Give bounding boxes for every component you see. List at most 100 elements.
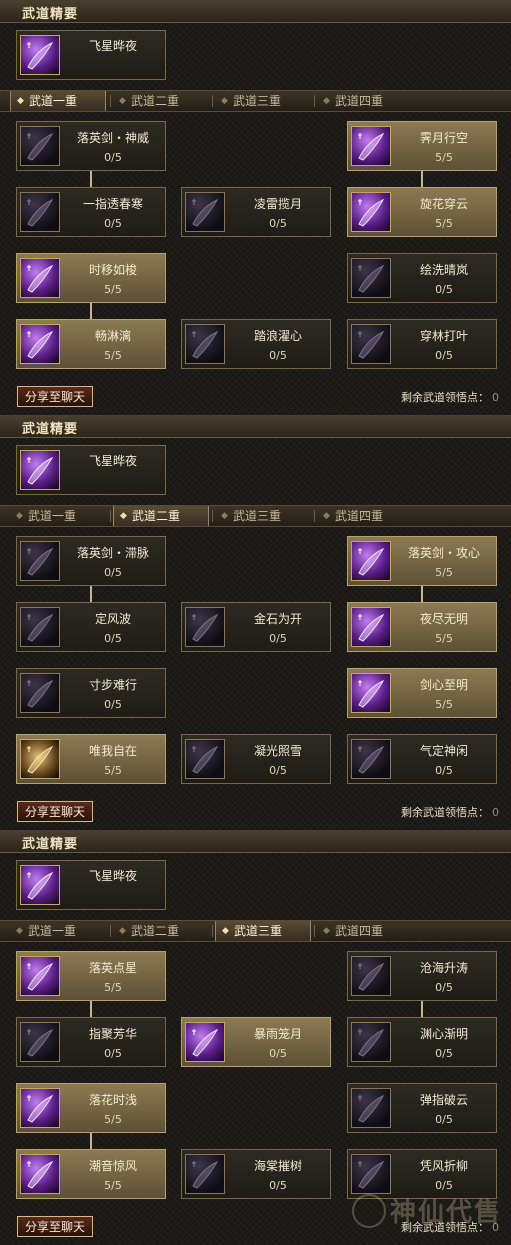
tab-label: 武道四重 <box>335 94 384 108</box>
watermark-emblem-icon <box>352 1194 386 1228</box>
wave-skill-icon <box>185 324 225 364</box>
skill-card[interactable]: 绘洗晴岚 0/5 <box>347 253 497 303</box>
tab-tier-3[interactable]: ◆ 武道三重 <box>215 921 311 941</box>
skill-card[interactable]: 落英剑・滞脉 0/5 <box>16 536 166 586</box>
snow-light-icon <box>185 739 225 779</box>
star-night-skill-icon <box>20 35 60 75</box>
skill-card[interactable]: 一指透春寒 0/5 <box>16 187 166 237</box>
skill-connector-line <box>421 171 423 188</box>
skill-name: 穿林打叶 <box>419 329 468 343</box>
skill-level: 0/5 <box>104 566 122 579</box>
tab-tier-4[interactable]: ◆ 武道四重 <box>317 506 409 526</box>
watermark-text: 神仙代售 <box>390 1198 503 1228</box>
tab-tier-1[interactable]: ◆ 武道一重 <box>10 91 106 111</box>
leaf-skill-icon <box>351 324 391 364</box>
skill-card[interactable]: 落花时浅 5/5 <box>16 1083 166 1133</box>
section-title: 武道精要 <box>22 837 79 852</box>
skill-name: 落英剑・滞脉 <box>76 546 149 560</box>
skill-card[interactable]: 凌雷揽月 0/5 <box>181 187 331 237</box>
skill-level: 0/5 <box>269 1047 287 1060</box>
skill-card[interactable]: 剑心至明 5/5 <box>347 668 497 718</box>
tab-tier-3[interactable]: ◆ 武道三重 <box>215 506 307 526</box>
diamond-icon: ◆ <box>221 96 228 106</box>
skill-card[interactable]: 落英点星 5/5 <box>16 951 166 1001</box>
mist-skill-icon <box>351 258 391 298</box>
skill-level: 0/5 <box>269 217 287 230</box>
section-title-bar: 武道精要 <box>0 415 511 438</box>
watermark-logo: 神仙代售 <box>352 1190 502 1234</box>
skill-level: 0/5 <box>435 283 453 296</box>
remaining-points-value: 0 <box>492 806 499 819</box>
skill-card[interactable]: 霁月行空 5/5 <box>347 121 497 171</box>
wind-willow-icon <box>351 1154 391 1194</box>
skill-card[interactable]: 时移如梭 5/5 <box>16 253 166 303</box>
skill-card[interactable]: 落英剑・神威 0/5 <box>16 121 166 171</box>
skill-card[interactable]: 寸步难行 0/5 <box>16 668 166 718</box>
tab-label: 武道一重 <box>28 509 77 523</box>
tab-separator <box>212 510 213 522</box>
skill-level: 5/5 <box>104 1179 122 1192</box>
finger-bloom-icon <box>20 1022 60 1062</box>
tab-tier-4[interactable]: ◆ 武道四重 <box>317 91 409 111</box>
skill-card[interactable]: 凝光照雪 0/5 <box>181 734 331 784</box>
tab-separator <box>212 95 213 107</box>
skill-name: 落英剑・神威 <box>76 131 149 145</box>
skill-card[interactable]: 畅淋漓 5/5 <box>16 319 166 369</box>
skill-card[interactable]: 海棠摧树 0/5 <box>181 1149 331 1199</box>
skill-card[interactable]: 夜尽无明 5/5 <box>347 602 497 652</box>
skill-card[interactable]: 弹指破云 0/5 <box>347 1083 497 1133</box>
tier-tab-bar: ◆ 武道一重 ◆ 武道二重 ◆ 武道三重 ◆ 武道四重 <box>0 90 511 112</box>
skill-card[interactable]: 旋花穿云 5/5 <box>347 187 497 237</box>
skill-card[interactable]: 暴雨笼月 0/5 <box>181 1017 331 1067</box>
tab-separator <box>314 510 315 522</box>
diamond-icon: ◆ <box>323 926 330 936</box>
skill-card[interactable]: 落英剑・攻心 5/5 <box>347 536 497 586</box>
tab-label: 武道一重 <box>28 924 77 938</box>
tab-label: 武道三重 <box>233 94 282 108</box>
skill-card[interactable]: 穿林打叶 0/5 <box>347 319 497 369</box>
tab-tier-2[interactable]: ◆ 武道二重 <box>113 921 205 941</box>
skill-card[interactable]: 指聚芳华 0/5 <box>16 1017 166 1067</box>
share-to-chat-button[interactable]: 分享至聊天 <box>17 1216 93 1237</box>
skill-name: 时移如梭 <box>88 263 137 277</box>
sea-wave-icon <box>351 956 391 996</box>
sword-mind-icon <box>351 673 391 713</box>
skill-card[interactable]: 唯我自在 5/5 <box>16 734 166 784</box>
skill-card[interactable]: 金石为开 0/5 <box>181 602 331 652</box>
skill-card[interactable]: 踏浪濯心 0/5 <box>181 319 331 369</box>
skill-card[interactable]: 渊心渐明 0/5 <box>347 1017 497 1067</box>
skill-connector-line <box>90 1133 92 1150</box>
moon-walk-icon <box>351 126 391 166</box>
essence-skill-card[interactable]: 飞星晔夜 <box>16 30 166 80</box>
tab-tier-1[interactable]: ◆ 武道一重 <box>10 921 102 941</box>
diamond-icon: ◆ <box>119 96 126 106</box>
self-skill-icon <box>20 739 60 779</box>
share-to-chat-button[interactable]: 分享至聊天 <box>17 386 93 407</box>
essence-skill-card[interactable]: 飞星晔夜 <box>16 860 166 910</box>
tab-tier-2[interactable]: ◆ 武道二重 <box>113 91 205 111</box>
skill-level: 0/5 <box>269 632 287 645</box>
skill-level: 5/5 <box>104 283 122 296</box>
skill-level: 0/5 <box>269 349 287 362</box>
skill-card[interactable]: 沧海升涛 0/5 <box>347 951 497 1001</box>
skill-card[interactable]: 潮音惊风 5/5 <box>16 1149 166 1199</box>
tab-tier-3[interactable]: ◆ 武道三重 <box>215 91 307 111</box>
abyss-mind-icon <box>351 1022 391 1062</box>
tab-separator <box>314 95 315 107</box>
wind-skill-icon <box>20 607 60 647</box>
remaining-points: 剩余武道领悟点： 0 <box>401 804 499 820</box>
tab-label: 武道四重 <box>335 509 384 523</box>
skill-name: 落英剑・攻心 <box>407 546 480 560</box>
skill-card[interactable]: 定风波 0/5 <box>16 602 166 652</box>
tab-tier-1[interactable]: ◆ 武道一重 <box>10 506 102 526</box>
share-to-chat-button[interactable]: 分享至聊天 <box>17 801 93 822</box>
tab-tier-2[interactable]: ◆ 武道二重 <box>113 506 209 526</box>
skill-connector-line <box>421 586 423 603</box>
star-night-skill-icon <box>20 450 60 490</box>
skill-card[interactable]: 气定神闲 0/5 <box>347 734 497 784</box>
essence-skill-card[interactable]: 飞星晔夜 <box>16 445 166 495</box>
skill-name: 夜尽无明 <box>419 612 468 626</box>
tab-separator <box>314 925 315 937</box>
skill-name: 剑心至明 <box>419 678 468 692</box>
tab-tier-4[interactable]: ◆ 武道四重 <box>317 921 409 941</box>
